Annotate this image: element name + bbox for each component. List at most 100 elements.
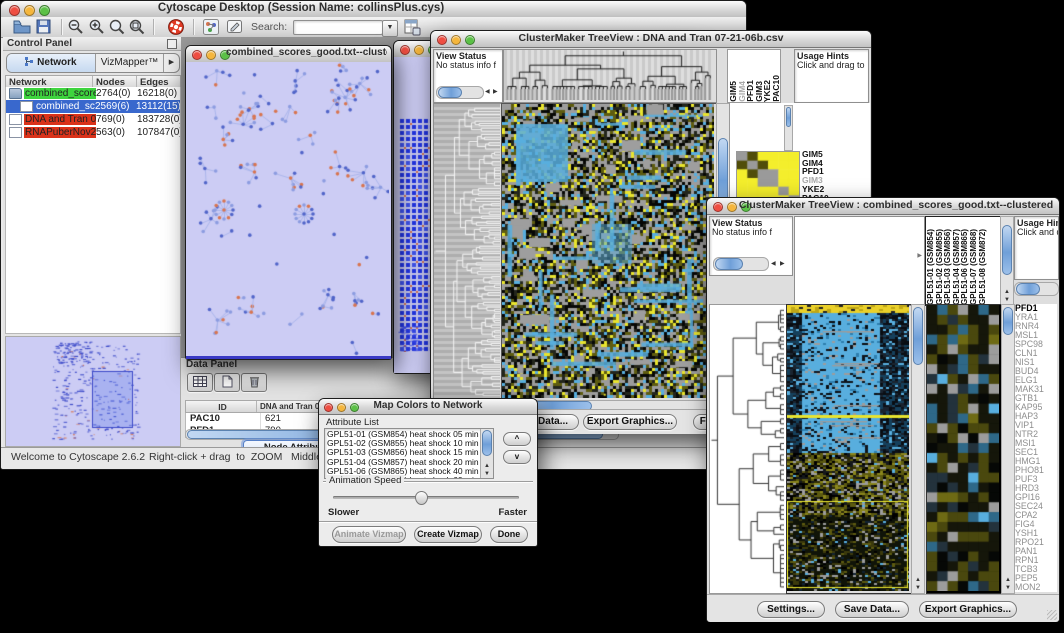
animate-vizmap-button[interactable]: Animate Vizmap: [332, 526, 406, 543]
dialog-titlebar[interactable]: Map Colors to Network: [319, 399, 537, 415]
save-session-icon[interactable]: [35, 18, 55, 36]
tv2-global-heatmap[interactable]: [787, 305, 909, 591]
scroll-down-arrow[interactable]: ▼: [915, 585, 921, 591]
export-graphics-button[interactable]: Export Graphics...: [583, 414, 677, 430]
annotation-icon[interactable]: [226, 18, 246, 36]
attribute-list-vscrollbar[interactable]: ▲ ▼: [480, 429, 493, 478]
tv1-titlebar[interactable]: ClusterMaker TreeView : DNA and Tran 07-…: [431, 31, 871, 48]
open-session-icon[interactable]: [12, 18, 32, 36]
close-button[interactable]: [192, 50, 202, 60]
tv2-usage-hints-panel: Usage Hints Click and drag: [1014, 216, 1059, 280]
network-table-row[interactable]: combined_sco 2569(6) 13112(15): [6, 100, 180, 113]
main-titlebar[interactable]: Cytoscape Desktop (Session Name: collins…: [1, 1, 746, 18]
scroll-down-arrow[interactable]: ▼: [1004, 297, 1010, 303]
tv2-status-hscrollbar[interactable]: [713, 257, 769, 271]
net1-view[interactable]: [186, 62, 391, 359]
network-table-row[interactable]: DNA and Tran 07 769(0) 183728(0): [6, 113, 180, 126]
scroll-down-arrow[interactable]: ▼: [484, 471, 490, 477]
tab-network[interactable]: Network: [7, 54, 96, 72]
net1-bottom-edge: [186, 356, 391, 359]
scrollbar-thumb[interactable]: [913, 307, 923, 365]
scrollbar-thumb[interactable]: [1002, 225, 1012, 275]
delete-attribute-button[interactable]: [241, 373, 267, 392]
save-data-button[interactable]: Save Data...: [835, 601, 909, 618]
scrollbar-thumb[interactable]: [715, 258, 743, 270]
close-button[interactable]: [437, 35, 447, 45]
tv2-usage-hscrollbar[interactable]: [1014, 282, 1059, 296]
attribute-listbox[interactable]: GPL51-01 (GSM854) heat shock 05 minGPL51…: [324, 428, 494, 479]
search-input[interactable]: [293, 20, 383, 35]
scrollbar-thumb[interactable]: [482, 430, 492, 456]
tv2-zoom-vscrollbar[interactable]: ▲ ▼: [1001, 304, 1015, 594]
tv1-heatmap[interactable]: [502, 104, 714, 398]
network-table-row[interactable]: RNAPuberNov2+ 563(0) 107847(0): [6, 126, 180, 139]
resize-grip[interactable]: [1047, 610, 1057, 620]
tv1-status-hscrollbar[interactable]: [436, 86, 484, 99]
scrollbar-thumb[interactable]: [1003, 307, 1013, 335]
net1-canvas[interactable]: [186, 62, 389, 356]
tab-vizmapper[interactable]: VizMapper™: [96, 54, 164, 72]
scroll-left-arrow[interactable]: ◀: [771, 261, 776, 267]
scroll-right-arrow[interactable]: ▶: [780, 261, 785, 267]
animation-slider-thumb[interactable]: [415, 491, 428, 505]
scrollbar-thumb[interactable]: [786, 107, 791, 127]
zoom-out-icon[interactable]: [67, 18, 87, 36]
float-panel-icon[interactable]: [167, 39, 177, 49]
tv1-row-dendrogram[interactable]: [434, 104, 500, 398]
create-vizmap-button[interactable]: Create Vizmap: [414, 526, 482, 543]
scroll-up-arrow[interactable]: ▲: [1005, 577, 1011, 583]
control-panel-title: Control Panel: [7, 38, 72, 49]
import-table-icon[interactable]: [403, 18, 423, 36]
window-title: ClusterMaker TreeView : combined_scores_…: [737, 199, 1055, 214]
tv1-column-labels: GIM5GIM4PFD1GIM3YKE2PAC10: [727, 49, 781, 103]
minimize-button[interactable]: [414, 45, 424, 55]
scroll-up-arrow[interactable]: ▲: [915, 577, 921, 583]
tv2-global-vscrollbar[interactable]: ▲ ▼: [911, 304, 925, 594]
tv2-column-dendrogram[interactable]: ▶: [794, 216, 925, 306]
network-edges-cell: 107847(0): [137, 127, 181, 138]
tv2-zoom-heatmap[interactable]: [927, 305, 999, 591]
scroll-down-arrow[interactable]: ▼: [1005, 585, 1011, 591]
zoom-fit-icon[interactable]: [128, 18, 148, 36]
close-button[interactable]: [713, 202, 723, 212]
tv1-mini-vscrollbar[interactable]: [784, 105, 793, 151]
scroll-left-arrow[interactable]: ◀: [485, 89, 490, 95]
faster-label: Faster: [498, 507, 527, 518]
move-down-button[interactable]: v: [503, 450, 531, 464]
zoom-selected-icon[interactable]: [108, 18, 128, 36]
tv2-titlebar[interactable]: ClusterMaker TreeView : combined_scores_…: [707, 198, 1059, 215]
tab-overflow[interactable]: ▶: [164, 54, 179, 72]
tv2-button-bar: Settings... Save Data... Export Graphics…: [707, 594, 1059, 622]
minimize-button[interactable]: [451, 35, 461, 45]
minimize-button[interactable]: [727, 202, 737, 212]
scroll-right-arrow[interactable]: ▶: [493, 89, 498, 95]
scrollbar-thumb[interactable]: [438, 87, 462, 98]
vizmapper-icon[interactable]: [202, 18, 222, 36]
overview-canvas[interactable]: [6, 337, 178, 444]
minimize-button[interactable]: [206, 50, 216, 60]
new-attribute-button[interactable]: [214, 373, 240, 392]
help-icon[interactable]: [167, 18, 187, 36]
settings-button[interactable]: Settings...: [757, 601, 825, 618]
scroll-up-arrow[interactable]: ▲: [1004, 289, 1010, 295]
network-table-row[interactable]: combined_scores_ 2764(0) 16218(0): [6, 87, 180, 100]
move-up-button[interactable]: ^: [503, 432, 531, 446]
zoom-in-icon[interactable]: [88, 18, 108, 36]
new-document-icon: [222, 375, 233, 388]
window-title: Cytoscape Desktop (Session Name: collins…: [1, 2, 601, 17]
scroll-up-arrow[interactable]: ▲: [484, 463, 490, 469]
export-graphics-button[interactable]: Export Graphics...: [919, 601, 1017, 618]
tv1-column-dendrogram[interactable]: [504, 50, 714, 100]
tv2-collabel-vscrollbar[interactable]: ▲ ▼: [1000, 216, 1014, 306]
done-button[interactable]: Done: [490, 526, 528, 543]
net1-titlebar[interactable]: combined_scores_good.txt--cluste...: [186, 46, 391, 63]
tv2-row-dendrogram[interactable]: [710, 305, 784, 591]
close-button[interactable]: [400, 45, 410, 55]
trash-icon: [249, 375, 260, 388]
network-overview-panel[interactable]: [5, 336, 181, 447]
animation-speed-label: Animation Speed: [326, 475, 404, 486]
search-dropdown[interactable]: ▼: [382, 20, 398, 37]
network-nodes-cell: 2764(0): [96, 88, 137, 99]
table-mode-button[interactable]: [187, 373, 213, 392]
scrollbar-thumb[interactable]: [1016, 283, 1040, 295]
